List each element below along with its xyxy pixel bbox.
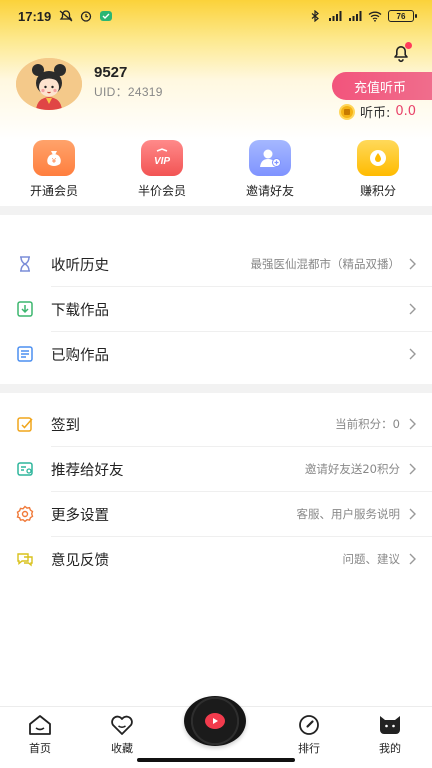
coin-value: 0.0 [395,104,417,119]
svg-text:¥: ¥ [52,157,57,165]
chevron-right-icon [409,463,416,475]
status-time: 17:19 [18,8,52,24]
home-indicator [137,758,295,762]
list-item-recommend[interactable]: 推荐给好友 邀请好友送20积分 [0,447,432,491]
svg-text:VIP: VIP [154,156,170,167]
status-icons-left [59,10,113,22]
purchased-icon [17,346,33,362]
list-item-purchased[interactable]: 已购作品 [0,332,432,376]
list-item-downloads[interactable]: 下载作品 [0,287,432,331]
signal-icon [349,11,362,21]
share-icon [17,462,33,476]
list-item-hint: 当前积分：0 [335,417,400,431]
feedback-icon [17,553,33,567]
heart-icon [111,715,133,735]
status-icons-right: 76 [308,10,417,22]
user-name: 9527 [94,64,128,81]
tab-home[interactable]: 首页 [10,713,70,756]
quick-action-label: 半价会员 [137,184,186,198]
list-item-label: 收听历史 [51,257,109,274]
tab-ranking[interactable]: 排行 [279,713,339,756]
compass-icon [299,715,319,735]
settings-icon [16,505,34,523]
tab-label: 首页 [29,742,51,755]
tab-mine[interactable]: 我的 [360,713,420,756]
recharge-button[interactable]: 充值听币 [332,72,432,100]
app-notification-icon [100,11,113,21]
list-item-label: 签到 [51,417,80,434]
list-item-checkin[interactable]: 签到 当前积分：0 [0,402,432,446]
tab-label: 我的 [379,742,401,755]
tab-favorites[interactable]: 收藏 [92,713,152,756]
chevron-right-icon [409,348,416,360]
section-divider [0,384,432,393]
chevron-right-icon [409,553,416,565]
wifi-icon [368,11,382,22]
signal-hd-icon [329,11,342,21]
quick-action-member[interactable]: ¥ 开通会员 [0,140,108,199]
alarm-icon [81,11,92,22]
quick-action-label: 赚积分 [359,184,396,198]
list-item-label: 意见反馈 [51,552,109,569]
avatar-girl-illustration [16,58,82,110]
quick-actions: ¥ 开通会员 VIP 半价会员 邀请好友 赚积分 [0,140,432,199]
quick-action-invite[interactable]: 邀请好友 [216,140,324,199]
quick-action-points[interactable]: 赚积分 [324,140,432,199]
chevron-right-icon [409,418,416,430]
coin-balance: 听币: 0.0 [339,102,416,121]
list-item-hint: 邀请好友送20积分 [304,462,400,476]
quick-action-label: 邀请好友 [245,184,294,198]
coin-label: 听币: [360,106,391,121]
player-disc-button[interactable] [184,696,246,746]
chevron-right-icon [409,303,416,315]
tab-label: 排行 [298,742,320,755]
section-divider [0,206,432,215]
user-uid: UID：24319 [94,85,163,99]
list-item-settings[interactable]: 更多设置 客服、用户服务说明 [0,492,432,536]
hourglass-icon [20,256,30,272]
list-item-label: 下载作品 [51,302,109,319]
list-item-label: 已购作品 [51,347,109,364]
notification-dot [405,42,412,49]
home-icon [29,715,51,735]
invite-user-icon [249,140,291,176]
list-item-label: 更多设置 [51,507,109,524]
mute-icon [59,10,73,22]
list-item-hint: 问题、建议 [342,552,401,566]
points-drop-icon [357,140,399,176]
status-bar: 17:19 76 [0,0,432,32]
download-icon [17,301,33,317]
coin-icon [339,103,355,120]
list-item-feedback[interactable]: 意见反馈 问题、建议 [0,537,432,581]
cat-face-icon [380,716,400,734]
list-item-history[interactable]: 收听历史 最强医仙混都市（精品双播） [0,242,432,286]
list-item-hint: 客服、用户服务说明 [296,507,401,521]
list-item-label: 推荐给好友 [51,462,124,479]
bluetooth-icon [311,10,319,22]
checkin-icon [17,417,33,432]
money-bag-icon: ¥ [33,140,75,176]
quick-action-label: 开通会员 [29,184,78,198]
chevron-right-icon [409,508,416,520]
quick-action-half-price[interactable]: VIP 半价会员 [108,140,216,199]
avatar[interactable] [16,58,82,110]
vip-icon: VIP [141,140,183,176]
play-icon [205,713,225,729]
chevron-right-icon [409,258,416,270]
list-item-hint: 最强医仙混都市（精品双播） [250,257,401,271]
battery-indicator: 76 [388,10,417,22]
tab-label: 收藏 [111,742,133,755]
